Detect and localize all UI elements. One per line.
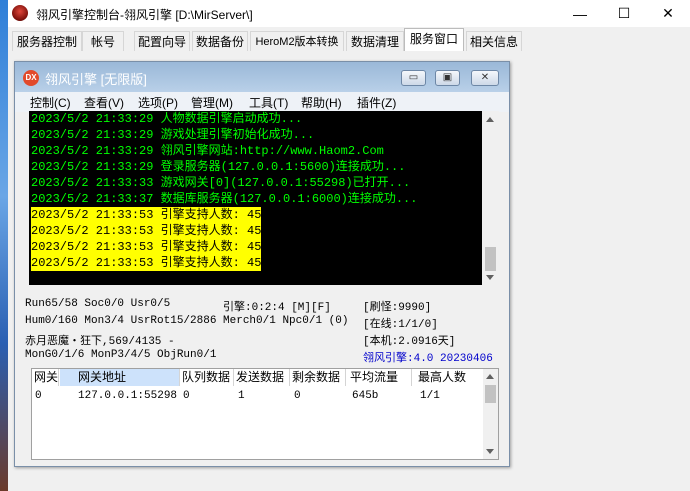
log-console[interactable]: 2023/5/2 21:33:29 人物数据引擎启动成功... 2023/5/2… bbox=[29, 111, 499, 285]
desktop-background-strip bbox=[0, 0, 8, 491]
status-version: 翎风引擎:4.0 20230406 bbox=[363, 353, 493, 365]
maximize-button[interactable]: ☐ bbox=[602, 0, 646, 27]
engine-title-bar: DX 翎风引擎 [无限版] ▭ ▣ ✕ bbox=[15, 62, 509, 92]
status-monster: 赤月恶魔・狂下,569/4135 - bbox=[25, 336, 175, 348]
engine-close-button[interactable]: ✕ bbox=[471, 70, 499, 86]
cell-average-traffic: 645b bbox=[352, 390, 379, 402]
log-line: 2023/5/2 21:33:37 数据库服务器(127.0.0.1:6000)… bbox=[31, 192, 418, 206]
menu-options[interactable]: 选项(P) bbox=[138, 94, 178, 111]
menu-tools[interactable]: 工具(T) bbox=[249, 94, 288, 111]
main-tab-bar: 服务器控制 帐号 配置向导 数据备份 HeroM2版本转换 数据清理 服务窗口 … bbox=[8, 27, 690, 52]
column-header-gateway-address[interactable]: 网关地址 bbox=[60, 369, 180, 386]
tab-server-control[interactable]: 服务器控制 bbox=[12, 31, 82, 51]
column-header-sent-data[interactable]: 发送数据 bbox=[234, 369, 290, 386]
cell-remaining-data: 0 bbox=[294, 390, 301, 402]
column-header-average-traffic[interactable]: 平均流量 bbox=[346, 369, 412, 386]
cell-queue-data: 0 bbox=[183, 390, 190, 402]
status-hum: Hum0/160 Mon3/4 UsrRot15/2886 Merch0/1 N… bbox=[25, 315, 349, 327]
log-line-highlighted: 2023/5/2 21:33:53 引擎支持人数: 45 bbox=[31, 239, 262, 255]
app-logo-icon bbox=[12, 5, 28, 21]
scroll-thumb[interactable] bbox=[485, 247, 496, 271]
tab-data-cleanup[interactable]: 数据清理 bbox=[346, 31, 404, 51]
scroll-down-arrow-icon[interactable] bbox=[486, 449, 494, 454]
dx-logo-icon: DX bbox=[23, 70, 39, 86]
tab-config-wizard[interactable]: 配置向导 bbox=[134, 31, 190, 51]
log-line-highlighted: 2023/5/2 21:33:53 引擎支持人数: 45 bbox=[31, 207, 262, 223]
scroll-down-arrow-icon[interactable] bbox=[486, 275, 494, 280]
tab-service-window[interactable]: 服务窗口 bbox=[404, 28, 464, 52]
tab-herom2-convert[interactable]: HeroM2版本转换 bbox=[250, 31, 344, 51]
log-line: 2023/5/2 21:33:29 游戏处理引擎初始化成功... bbox=[31, 128, 315, 142]
log-line-highlighted: 2023/5/2 21:33:53 引擎支持人数: 45 bbox=[31, 255, 262, 271]
scroll-up-arrow-icon[interactable] bbox=[486, 374, 494, 379]
status-uptime: [本机:2.0916天] bbox=[363, 336, 456, 348]
engine-title: 翎风引擎 [无限版] bbox=[45, 72, 147, 87]
status-monster-refresh: [刷怪:9990] bbox=[363, 302, 432, 314]
engine-window: DX 翎风引擎 [无限版] ▭ ▣ ✕ 控制(C) 查看(V) 选项(P) 管理… bbox=[14, 61, 510, 467]
menu-manage[interactable]: 管理(M) bbox=[191, 94, 233, 111]
scroll-up-arrow-icon[interactable] bbox=[486, 117, 494, 122]
column-header-remaining-data[interactable]: 剩余数据 bbox=[290, 369, 346, 386]
cell-max-players: 1/1 bbox=[420, 390, 440, 402]
log-line: 2023/5/2 21:33:29 人物数据引擎启动成功... bbox=[31, 112, 303, 126]
column-header-queue-data[interactable]: 队列数据 bbox=[180, 369, 234, 386]
log-line-highlighted: 2023/5/2 21:33:53 引擎支持人数: 45 bbox=[31, 223, 262, 239]
menu-help[interactable]: 帮助(H) bbox=[301, 94, 342, 111]
minimize-button[interactable]: — bbox=[558, 0, 602, 27]
menu-view[interactable]: 查看(V) bbox=[84, 94, 124, 111]
menu-plugins[interactable]: 插件(Z) bbox=[357, 94, 396, 111]
column-header-max-players[interactable]: 最高人数 bbox=[412, 369, 484, 386]
cell-gateway-address: 127.0.0.1:55298 bbox=[78, 390, 178, 402]
table-scrollbar[interactable] bbox=[483, 369, 498, 459]
status-engine: 引擎:0:2:4 [M][F] bbox=[223, 302, 331, 314]
status-online: [在线:1/1/0] bbox=[363, 319, 438, 331]
window-title-bar: 翎风引擎控制台-翎风引擎 [D:\MirServer\] — ☐ ✕ bbox=[8, 0, 690, 27]
engine-menu-bar: 控制(C) 查看(V) 选项(P) 管理(M) 工具(T) 帮助(H) 插件(Z… bbox=[15, 92, 509, 112]
log-line: 2023/5/2 21:33:29 登录服务器(127.0.0.1:5600)连… bbox=[31, 160, 406, 174]
gateway-table: 网关 网关地址 队列数据 发送数据 剩余数据 平均流量 最高人数 0 127.0… bbox=[31, 368, 499, 460]
close-button[interactable]: ✕ bbox=[646, 0, 690, 27]
cell-gateway: 0 bbox=[35, 390, 42, 402]
log-line: 2023/5/2 21:33:33 游戏网关[0](127.0.0.1:5529… bbox=[31, 176, 411, 190]
tab-account[interactable]: 帐号 bbox=[82, 31, 124, 51]
log-line: 2023/5/2 21:33:29 翎风引擎网站:http://www.Haom… bbox=[31, 144, 384, 158]
tab-data-backup[interactable]: 数据备份 bbox=[192, 31, 248, 51]
engine-restore-button[interactable]: ▣ bbox=[435, 70, 460, 86]
status-run: Run65/58 Soc0/0 Usr0/5 bbox=[25, 298, 171, 310]
cell-sent-data: 1 bbox=[238, 390, 245, 402]
status-mong: MonG0/1/6 MonP3/4/5 ObjRun0/1 bbox=[25, 349, 217, 361]
column-header-gateway[interactable]: 网关 bbox=[32, 369, 59, 386]
window-title: 翎风引擎控制台-翎风引擎 [D:\MirServer\] bbox=[36, 8, 253, 22]
menu-control[interactable]: 控制(C) bbox=[30, 94, 71, 111]
log-scrollbar[interactable] bbox=[482, 111, 499, 285]
scroll-thumb[interactable] bbox=[485, 385, 496, 403]
tab-related-info[interactable]: 相关信息 bbox=[466, 31, 522, 51]
engine-minimize-button[interactable]: ▭ bbox=[401, 70, 426, 86]
